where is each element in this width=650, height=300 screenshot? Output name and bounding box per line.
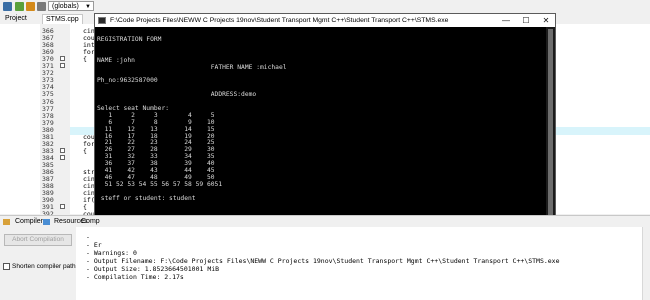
compiler-tab-icon: [3, 219, 10, 225]
log-line: - Output Filename: F:\Code Projects File…: [86, 257, 560, 265]
scope-combo-value: (globals): [52, 3, 79, 10]
tab-compile-log[interactable]: Comp: [78, 217, 103, 227]
console-titlebar: F:\Code Projects Files\NEWW C Projects 1…: [95, 14, 555, 27]
tab-project[interactable]: Project: [2, 14, 30, 24]
log-line: - Er: [86, 241, 102, 249]
minimize-button[interactable]: —: [495, 14, 517, 27]
line-number-gutter: 366 367 368 369 370 371 372 373 374 375 376 377 378 3…: [40, 24, 71, 218]
log-line: - Warnings: 0: [86, 249, 137, 257]
fold-marker[interactable]: [60, 63, 65, 69]
chevron-down-icon: ▼: [85, 4, 91, 10]
log-line: - Compilation Time: 2.17s: [86, 273, 184, 281]
shorten-paths-checkbox[interactable]: [3, 263, 10, 270]
fold-marker[interactable]: [60, 147, 65, 153]
console-line: ADDRESS:demo: [97, 91, 257, 99]
log-scrollbar[interactable]: [642, 227, 650, 300]
code-line: {: [83, 146, 87, 155]
resources-tab-icon: [43, 219, 50, 225]
close-button[interactable]: ✕: [535, 14, 557, 27]
tab-compiler[interactable]: Compiler: [12, 217, 46, 227]
grid-icon[interactable]: [3, 2, 12, 11]
console-app-icon: [98, 17, 106, 24]
console-line: FATHER NAME :michael: [97, 63, 287, 71]
back-arrow-icon[interactable]: [15, 2, 24, 11]
console-line: REGISTRATION FORM: [97, 35, 162, 43]
code-line: {: [83, 55, 87, 64]
fold-marker[interactable]: [60, 56, 65, 62]
console-title: F:\Code Projects Files\NEWW C Projects 1…: [110, 17, 449, 24]
scope-combo[interactable]: (globals) ▼: [48, 1, 94, 11]
abort-compilation-button[interactable]: Abort Compilation: [4, 234, 72, 246]
project-panel[interactable]: [0, 24, 41, 214]
log-line: - Output Size: 1.8523664501001 MiB: [86, 265, 220, 273]
maximize-button[interactable]: ☐: [515, 14, 537, 27]
console-line: steff or student: student: [97, 194, 196, 202]
shorten-paths-label: Shorten compiler paths: [12, 263, 79, 270]
ide-toolbar: (globals) ▼: [0, 0, 650, 14]
console-line: 51 52 53 54 55 56 57 58 59 6051: [97, 180, 223, 188]
compiler-controls: Abort Compilation Shorten compiler paths: [0, 227, 79, 300]
fold-marker[interactable]: [60, 204, 65, 210]
forward-arrow-icon[interactable]: [26, 2, 35, 11]
fold-marker[interactable]: [60, 154, 65, 160]
tool-icon[interactable]: [37, 2, 46, 11]
log-line: -: [86, 233, 90, 241]
console-line: Ph_no:9632587000: [97, 77, 158, 85]
